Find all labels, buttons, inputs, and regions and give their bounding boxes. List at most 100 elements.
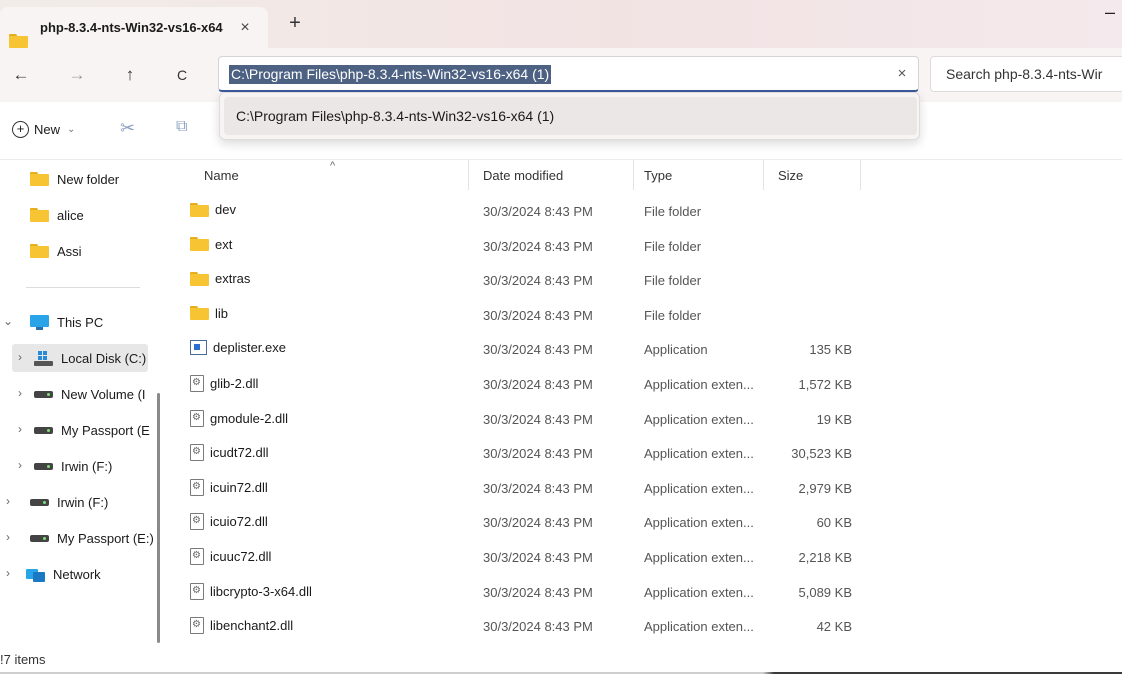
file-size: 5,089 KB <box>798 584 853 600</box>
expand-local-disk-icon[interactable]: › <box>14 350 26 364</box>
column-divider[interactable] <box>763 160 764 190</box>
dll-icon <box>190 375 204 392</box>
sidebar-item-local-disk[interactable]: Local Disk (C:) <box>12 344 148 372</box>
dll-icon <box>190 409 204 427</box>
table-row[interactable]: dev 30/3/2024 8:43 PM File folder <box>170 195 870 229</box>
file-type: Application exten... <box>644 377 754 392</box>
column-header-type[interactable]: Type <box>644 168 672 183</box>
table-row[interactable]: glib-2.dll 30/3/2024 8:43 PM Application e… <box>170 368 870 402</box>
search-input[interactable]: Search php-8.3.4-nts-Wir <box>946 66 1102 82</box>
column-divider[interactable] <box>468 160 469 190</box>
minimize-button[interactable]: – <box>1098 2 1122 26</box>
new-button[interactable]: + New ⌄ <box>12 121 75 138</box>
folder-icon <box>190 237 209 252</box>
table-row[interactable]: ext 30/3/2024 8:43 PM File folder <box>170 230 870 264</box>
column-header-size[interactable]: Size <box>778 168 803 183</box>
search-box[interactable]: Search php-8.3.4-nts-Wir <box>930 56 1122 92</box>
up-arrow-icon[interactable]: ↑ <box>116 61 144 89</box>
sidebar-item-label: alice <box>57 207 84 223</box>
table-row[interactable]: icudt72.dll 30/3/2024 8:43 PM Application … <box>170 437 870 471</box>
refresh-icon[interactable]: C <box>168 61 196 89</box>
new-tab-button[interactable]: + <box>283 12 307 36</box>
sidebar-item-my-passport[interactable]: My Passport (E <box>34 416 150 444</box>
file-list: ^ Name Date modified Type Size dev 30/3/2… <box>170 160 1122 650</box>
item-count: !7 items <box>0 652 46 667</box>
table-row[interactable]: lib 30/3/2024 8:43 PM File folder <box>170 299 870 333</box>
expand-irwin-2-icon[interactable]: › <box>2 494 14 508</box>
file-size: 2,218 KB <box>798 550 853 565</box>
expand-this-pc-icon[interactable]: ⌄ <box>2 314 14 328</box>
address-suggestion-item[interactable]: C:\Program Files\php-8.3.4-nts-Win32-vs1… <box>224 97 917 135</box>
file-type: Application exten... <box>644 480 754 496</box>
table-row[interactable]: libenchant2.dll 30/3/2024 8:43 PM Applicat… <box>170 610 870 644</box>
sidebar-item-irwin-2[interactable]: Irwin (F:) <box>30 488 108 516</box>
sidebar-item-label: Network <box>53 566 101 582</box>
column-header-date[interactable]: Date modified <box>483 168 563 183</box>
table-row[interactable]: deplister.exe 30/3/2024 8:43 PM Applicatio… <box>170 333 870 367</box>
sidebar-item-label: Local Disk (C:) <box>61 350 147 366</box>
sidebar-item-label: My Passport (E:) <box>57 530 154 546</box>
column-divider[interactable] <box>633 160 634 190</box>
navigation-pane: New folder alice Assi ⌄ This PC Local Di… <box>0 160 160 650</box>
file-type: Application exten... <box>644 515 754 531</box>
table-row[interactable]: icuio72.dll 30/3/2024 8:43 PM Application … <box>170 506 870 540</box>
sidebar-item-label: Irwin (F:) <box>57 494 109 510</box>
file-size: 19 KB <box>816 411 852 427</box>
sidebar-item-network[interactable]: Network <box>26 560 101 588</box>
column-header-name[interactable]: Name <box>204 168 239 183</box>
file-size: 42 KB <box>816 619 852 635</box>
table-row[interactable]: extras 30/3/2024 8:43 PM File folder <box>170 264 870 298</box>
sidebar-item-new-volume[interactable]: New Volume (I <box>34 380 146 408</box>
close-tab-icon[interactable]: × <box>234 17 256 39</box>
sidebar-item-label: My Passport (E <box>61 422 150 438</box>
copy-icon[interactable]: ⧉ <box>176 118 187 136</box>
table-row[interactable]: icuuc72.dll 30/3/2024 8:43 PM Application … <box>170 541 870 575</box>
file-size: 135 KB <box>809 342 852 358</box>
drive-icon <box>34 426 53 434</box>
drive-icon <box>30 534 49 542</box>
sidebar-item-assi[interactable]: Assi <box>30 237 82 265</box>
sidebar-item-this-pc[interactable]: This PC <box>30 308 103 336</box>
column-divider[interactable] <box>860 160 861 190</box>
file-name: ext <box>215 236 233 252</box>
expand-my-passport-icon[interactable]: › <box>14 422 26 436</box>
folder-icon <box>30 208 49 222</box>
expand-new-volume-icon[interactable]: › <box>14 386 26 400</box>
back-arrow-icon[interactable]: ← <box>7 61 35 89</box>
file-name-cell: dev <box>190 202 236 217</box>
address-bar[interactable]: C:\Program Files\php-8.3.4-nts-Win32-vs1… <box>218 56 919 92</box>
cut-icon[interactable]: ✂ <box>120 118 135 139</box>
sidebar-item-alice[interactable]: alice <box>30 201 84 229</box>
table-row[interactable]: gmodule-2.dll 30/3/2024 8:43 PM Applicatio… <box>170 403 870 437</box>
file-name: libcrypto-3-x64.dll <box>210 583 312 599</box>
file-name-cell: icuio72.dll <box>190 513 268 531</box>
dll-icon <box>190 513 204 531</box>
address-input[interactable]: C:\Program Files\php-8.3.4-nts-Win32-vs1… <box>229 65 552 84</box>
drive-icon <box>34 390 53 398</box>
sidebar-item-label: This PC <box>57 314 104 330</box>
sidebar-item-new-folder[interactable]: New folder <box>30 165 119 193</box>
windows-drive-icon <box>34 350 53 366</box>
tab-title: php-8.3.4-nts-Win32-vs16-x64 <box>40 20 223 35</box>
clear-address-icon[interactable]: × <box>891 63 913 85</box>
sidebar-item-my-passport-2[interactable]: My Passport (E:) <box>30 524 154 552</box>
file-type: File folder <box>644 204 702 219</box>
forward-arrow-icon[interactable]: → <box>63 61 91 89</box>
new-button-label: New <box>34 122 61 137</box>
table-row[interactable]: libcrypto-3-x64.dll 30/3/2024 8:43 PM Appl… <box>170 576 870 610</box>
sidebar-item-irwin[interactable]: Irwin (F:) <box>34 452 112 480</box>
sidebar-scrollbar[interactable] <box>157 393 160 643</box>
file-type: Application <box>644 342 708 358</box>
expand-network-icon[interactable]: › <box>2 566 14 580</box>
file-name: gmodule-2.dll <box>210 410 289 426</box>
computer-icon <box>30 314 49 330</box>
tab-php-folder[interactable]: php-8.3.4-nts-Win32-vs16-x64 × <box>0 7 268 48</box>
drive-icon <box>30 498 49 506</box>
folder-icon <box>9 33 28 48</box>
dll-icon <box>190 444 204 462</box>
table-row[interactable]: icuin72.dll 30/3/2024 8:43 PM Application … <box>170 472 870 506</box>
file-date: 30/3/2024 8:43 PM <box>483 204 593 219</box>
file-date: 30/3/2024 8:43 PM <box>483 619 593 635</box>
expand-my-passport-2-icon[interactable]: › <box>2 530 14 544</box>
expand-irwin-icon[interactable]: › <box>14 458 26 472</box>
